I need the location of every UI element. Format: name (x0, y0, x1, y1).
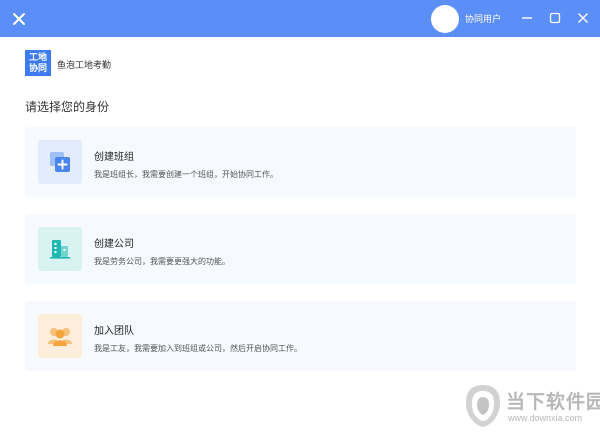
company-building-icon (38, 227, 82, 271)
watermark-name: 当下软件园 (506, 392, 600, 413)
join-team-icon (38, 314, 82, 358)
option-title: 加入团队 (94, 326, 134, 337)
minimize-icon[interactable] (519, 10, 535, 26)
option-create-company[interactable]: 创建公司 我是劳务公司，我需要更强大的功能。 (25, 214, 576, 284)
watermark-logo-icon (462, 383, 504, 429)
user-name[interactable]: 协同用户 (465, 12, 501, 25)
watermark: 当下软件园 www.downxia.com (462, 383, 600, 431)
option-description: 我是劳务公司，我需要更强大的功能。 (94, 257, 230, 266)
watermark-url: www.downxia.com (508, 413, 583, 423)
option-description: 我是班组长，我需要创建一个班组，开始协同工作。 (94, 170, 278, 179)
page-title: 请选择您的身份 (25, 100, 110, 114)
option-title: 创建公司 (94, 239, 134, 250)
add-team-icon (38, 140, 82, 184)
maximize-icon[interactable] (547, 10, 563, 26)
window-close-icon[interactable] (575, 10, 591, 26)
close-icon[interactable] (8, 8, 29, 29)
option-description: 我是工友，我需要加入到班组或公司，然后开启协同工作。 (94, 344, 302, 353)
avatar[interactable] (431, 5, 459, 33)
logo-line-1: 工地 (28, 52, 47, 62)
option-create-team[interactable]: 创建班组 我是班组长，我需要创建一个班组，开始协同工作。 (25, 127, 576, 197)
option-title: 创建班组 (94, 152, 134, 163)
app-name: 鱼泡工地考勤 (57, 60, 112, 70)
logo-line-2: 协同 (28, 63, 47, 73)
option-join-team[interactable]: 加入团队 我是工友，我需要加入到班组或公司，然后开启协同工作。 (25, 301, 576, 371)
title-bar: 协同用户 (0, 0, 600, 37)
app-logo: 工地 协同 (25, 50, 51, 76)
